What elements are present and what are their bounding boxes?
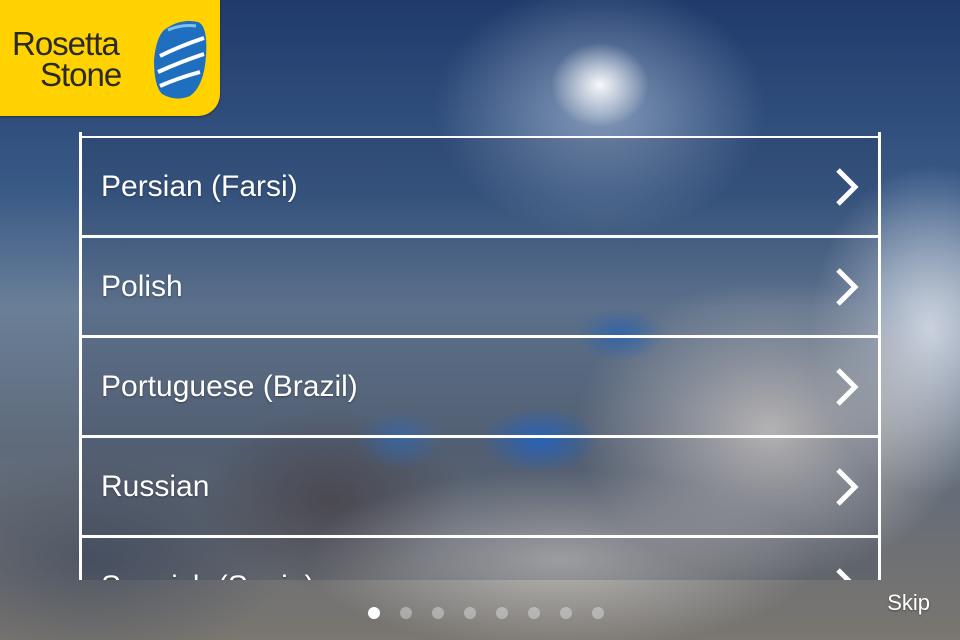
page-dot[interactable] xyxy=(592,607,604,619)
page-dot[interactable] xyxy=(560,607,572,619)
language-row-russian[interactable]: Russian xyxy=(82,438,878,538)
chevron-right-icon xyxy=(836,568,852,580)
language-label: Persian (Farsi) xyxy=(101,170,298,203)
page-dot[interactable] xyxy=(400,607,412,619)
language-list: Persian (Farsi) Polish Portuguese (Brazi… xyxy=(79,132,881,580)
chevron-right-icon xyxy=(836,168,859,206)
logo-wordmark: Rosetta Stone xyxy=(12,27,122,93)
language-row-portuguese-brazil[interactable]: Portuguese (Brazil) xyxy=(82,338,878,438)
language-label: Polish xyxy=(101,270,183,303)
page-dot[interactable] xyxy=(496,607,508,619)
language-row-spanish-spain[interactable]: Spanish (Spain) xyxy=(82,538,878,580)
language-label: Russian xyxy=(101,470,210,503)
rosetta-stone-logo: Rosetta Stone xyxy=(0,0,220,116)
chevron-right-icon xyxy=(836,368,859,406)
page-dot[interactable] xyxy=(432,607,444,619)
logo-line-2: Stone xyxy=(40,56,122,93)
page-dot[interactable] xyxy=(528,607,540,619)
language-row-polish[interactable]: Polish xyxy=(82,238,878,338)
language-label: Spanish (Spain) xyxy=(101,538,314,580)
stone-icon xyxy=(154,21,207,99)
page-dot[interactable] xyxy=(464,607,476,619)
skip-button[interactable]: Skip xyxy=(887,590,930,616)
language-row-persian[interactable]: Persian (Farsi) xyxy=(82,138,878,238)
chevron-right-icon xyxy=(836,268,859,306)
page-indicator[interactable] xyxy=(368,607,624,621)
page-dot[interactable] xyxy=(368,607,380,619)
language-label: Portuguese (Brazil) xyxy=(101,370,358,403)
chevron-right-icon xyxy=(836,468,859,506)
